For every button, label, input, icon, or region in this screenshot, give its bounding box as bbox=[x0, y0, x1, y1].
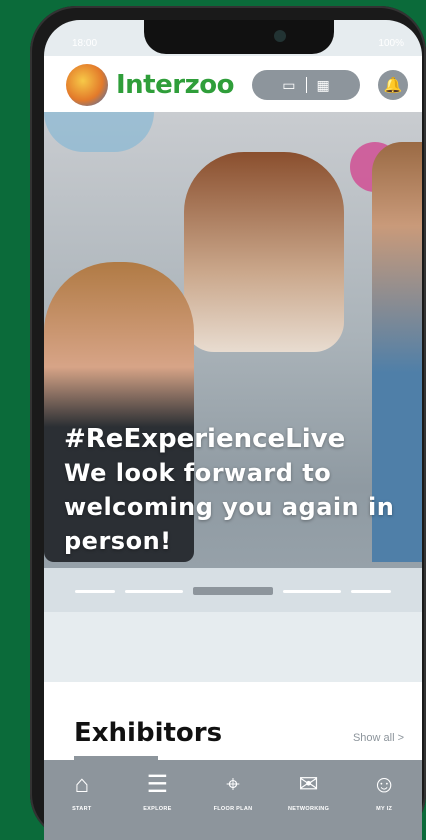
decor-shape bbox=[44, 112, 154, 152]
phone-frame: 18:00 100% Interzoo ▭ ▦ 🔔 #ReExperienceL… bbox=[30, 6, 426, 840]
tab-label: FLOOR PLAN bbox=[213, 806, 253, 812]
hero-text: #ReExperienceLive We look forward to wel… bbox=[64, 422, 412, 558]
qr-icon[interactable]: ▦ bbox=[317, 77, 330, 94]
user-list-icon: ☺ bbox=[371, 771, 397, 798]
tab-explore[interactable]: ☰ EXPLORE bbox=[121, 770, 193, 812]
app-header: Interzoo ▭ ▦ 🔔 bbox=[44, 56, 422, 112]
tab-networking[interactable]: ✉ NETWORKING bbox=[273, 770, 345, 812]
brand-name: Interzoo bbox=[116, 70, 234, 100]
home-icon: ⌂ bbox=[74, 771, 90, 798]
status-bar: 18:00 100% bbox=[72, 38, 404, 52]
tab-label: MY IZ bbox=[376, 806, 393, 812]
hero-tag: #ReExperienceLive bbox=[64, 424, 346, 454]
dog-image bbox=[184, 152, 344, 352]
list-search-icon: ☰ bbox=[146, 771, 169, 798]
status-battery: 100% bbox=[378, 38, 404, 49]
carousel-dot-active[interactable] bbox=[193, 587, 273, 595]
pill-divider bbox=[305, 77, 307, 93]
map-pin-icon: ⌖ bbox=[226, 771, 240, 798]
tab-label: NETWORKING bbox=[287, 806, 330, 812]
status-time: 18:00 bbox=[72, 38, 98, 49]
ticket-qr-pill[interactable]: ▭ ▦ bbox=[252, 70, 360, 100]
hero-message: We look forward to welcoming you again i… bbox=[64, 459, 395, 555]
tab-my-iz[interactable]: ☺ MY IZ bbox=[348, 770, 420, 812]
tab-label: START bbox=[72, 806, 92, 812]
hero-banner[interactable]: #ReExperienceLive We look forward to wel… bbox=[44, 112, 422, 612]
carousel-dot[interactable] bbox=[75, 589, 115, 593]
ticket-icon[interactable]: ▭ bbox=[282, 77, 295, 94]
carousel-dot[interactable] bbox=[125, 589, 183, 593]
tab-label: EXPLORE bbox=[143, 806, 172, 812]
section-title: Exhibitors bbox=[74, 718, 223, 748]
handshake-icon: ✉ bbox=[298, 771, 319, 798]
bottom-tab-bar: ⌂ START ☰ EXPLORE ⌖ FLOOR PLAN ✉ NETWORK… bbox=[44, 760, 422, 840]
tab-start[interactable]: ⌂ START bbox=[46, 770, 118, 812]
show-all-link[interactable]: Show all > bbox=[353, 732, 404, 744]
carousel-dots bbox=[44, 568, 422, 612]
carousel-dot[interactable] bbox=[283, 589, 341, 593]
app-screen: 18:00 100% Interzoo ▭ ▦ 🔔 #ReExperienceL… bbox=[44, 20, 422, 840]
logo-icon bbox=[66, 64, 108, 106]
bell-icon[interactable]: 🔔 bbox=[378, 70, 408, 100]
carousel-dot[interactable] bbox=[351, 589, 391, 593]
tab-floor-plan[interactable]: ⌖ FLOOR PLAN bbox=[197, 770, 269, 812]
